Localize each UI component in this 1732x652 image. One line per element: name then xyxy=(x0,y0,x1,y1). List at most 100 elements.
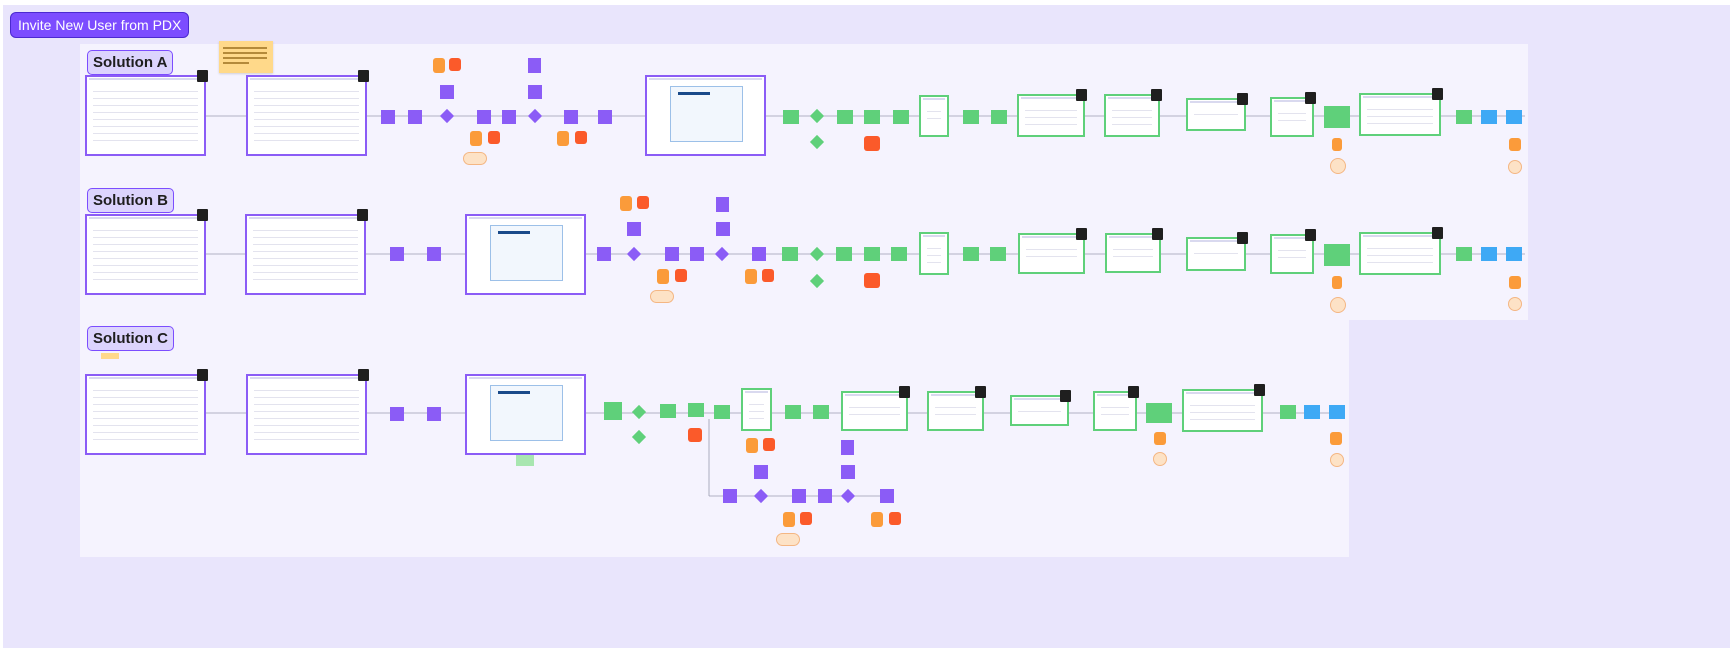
process-step[interactable] xyxy=(783,110,799,124)
screen-mockup-frame[interactable] xyxy=(1017,94,1085,137)
process-step[interactable] xyxy=(1456,110,1472,124)
comment-badge-icon[interactable] xyxy=(1432,88,1443,100)
screen-mockup-frame[interactable] xyxy=(919,232,949,275)
process-step[interactable] xyxy=(716,197,729,212)
comment-badge-icon[interactable] xyxy=(1237,232,1248,244)
process-step[interactable] xyxy=(785,405,801,419)
process-step[interactable] xyxy=(690,247,704,261)
cylinder-database-icon[interactable] xyxy=(470,131,482,146)
process-step[interactable] xyxy=(754,465,768,479)
process-step[interactable] xyxy=(990,247,1006,261)
process-step[interactable] xyxy=(502,110,516,124)
process-step[interactable] xyxy=(408,110,422,124)
process-step[interactable] xyxy=(1481,247,1497,261)
cylinder-database-icon[interactable] xyxy=(763,438,775,451)
process-step[interactable] xyxy=(813,405,829,419)
screen-mockup-frame[interactable] xyxy=(741,388,772,431)
cylinder-database-icon[interactable] xyxy=(746,438,758,453)
process-step[interactable] xyxy=(528,85,542,99)
process-step[interactable] xyxy=(891,247,907,261)
cylinder-database-icon[interactable] xyxy=(1332,276,1342,289)
cylinder-database-icon[interactable] xyxy=(1332,138,1342,151)
cylinder-database-icon[interactable] xyxy=(449,58,461,71)
process-step[interactable] xyxy=(836,247,852,261)
process-step[interactable] xyxy=(1329,405,1345,419)
screen-mockup-frame[interactable] xyxy=(465,214,586,295)
screen-mockup-frame[interactable] xyxy=(645,75,766,156)
cylinder-database-icon[interactable] xyxy=(1154,432,1166,445)
screen-mockup-frame[interactable] xyxy=(246,75,367,156)
screen-mockup-frame[interactable] xyxy=(85,374,206,455)
comment-badge-icon[interactable] xyxy=(197,369,208,381)
process-step[interactable] xyxy=(1324,106,1350,128)
cylinder-database-icon[interactable] xyxy=(1330,432,1342,445)
process-step[interactable] xyxy=(792,489,806,503)
process-step[interactable] xyxy=(390,407,404,421)
process-step[interactable] xyxy=(864,247,880,261)
process-step[interactable] xyxy=(390,247,404,261)
annotation-note[interactable] xyxy=(650,290,674,303)
comment-badge-icon[interactable] xyxy=(1305,92,1316,104)
annotation-note[interactable] xyxy=(776,533,800,546)
process-step[interactable] xyxy=(665,247,679,261)
cylinder-database-icon[interactable] xyxy=(762,269,774,282)
screen-mockup-frame[interactable] xyxy=(1182,389,1263,432)
comment-badge-icon[interactable] xyxy=(358,70,369,82)
annotation-note[interactable] xyxy=(1508,160,1522,174)
comment-badge-icon[interactable] xyxy=(197,209,208,221)
process-step[interactable] xyxy=(564,110,578,124)
process-step[interactable] xyxy=(1481,110,1497,124)
cylinder-database-icon[interactable] xyxy=(1509,138,1521,151)
process-step[interactable] xyxy=(963,247,979,261)
screen-mockup-frame[interactable] xyxy=(1359,232,1441,275)
process-step[interactable] xyxy=(1324,244,1350,266)
cylinder-database-icon[interactable] xyxy=(800,512,812,525)
comment-badge-icon[interactable] xyxy=(1076,89,1087,101)
annotation-note[interactable] xyxy=(1330,453,1344,467)
comment-badge-icon[interactable] xyxy=(197,70,208,82)
process-step[interactable] xyxy=(723,489,737,503)
cylinder-database-icon[interactable] xyxy=(657,269,669,284)
annotation-note[interactable] xyxy=(463,152,487,165)
process-step[interactable] xyxy=(477,110,491,124)
comment-badge-icon[interactable] xyxy=(1151,89,1162,101)
annotation-note[interactable] xyxy=(1330,297,1346,313)
process-step[interactable] xyxy=(1506,247,1522,261)
process-step[interactable] xyxy=(752,247,766,261)
screen-mockup-frame[interactable] xyxy=(246,374,367,455)
comment-badge-icon[interactable] xyxy=(1305,229,1316,241)
cylinder-database-icon[interactable] xyxy=(557,131,569,146)
comment-badge-icon[interactable] xyxy=(1076,228,1087,240)
annotation-note[interactable] xyxy=(1508,297,1522,311)
process-step[interactable] xyxy=(716,222,730,236)
cylinder-database-icon[interactable] xyxy=(433,58,445,73)
process-step[interactable] xyxy=(1506,110,1522,124)
comment-badge-icon[interactable] xyxy=(1128,386,1139,398)
cylinder-database-icon[interactable] xyxy=(783,512,795,527)
process-step[interactable] xyxy=(427,247,441,261)
process-step[interactable] xyxy=(864,110,880,124)
comment-badge-icon[interactable] xyxy=(1237,93,1248,105)
process-step[interactable] xyxy=(688,403,704,417)
error-state-box[interactable] xyxy=(864,136,880,151)
comment-badge-icon[interactable] xyxy=(1060,390,1071,402)
process-step[interactable] xyxy=(528,58,541,73)
screen-mockup-frame[interactable] xyxy=(465,374,586,455)
process-step[interactable] xyxy=(963,110,979,124)
cylinder-database-icon[interactable] xyxy=(745,269,757,284)
process-step[interactable] xyxy=(1146,403,1172,423)
screen-mockup-frame[interactable] xyxy=(85,75,206,156)
comment-badge-icon[interactable] xyxy=(1254,384,1265,396)
error-state-box[interactable] xyxy=(688,428,702,442)
process-step[interactable] xyxy=(627,222,641,236)
screen-mockup-frame[interactable] xyxy=(1359,93,1441,136)
comment-badge-icon[interactable] xyxy=(358,369,369,381)
process-step[interactable] xyxy=(841,465,855,479)
cylinder-database-icon[interactable] xyxy=(575,131,587,144)
cylinder-database-icon[interactable] xyxy=(488,131,500,144)
process-step[interactable] xyxy=(1280,405,1296,419)
comment-badge-icon[interactable] xyxy=(975,386,986,398)
process-step[interactable] xyxy=(880,489,894,503)
process-step[interactable] xyxy=(597,247,611,261)
process-step[interactable] xyxy=(837,110,853,124)
